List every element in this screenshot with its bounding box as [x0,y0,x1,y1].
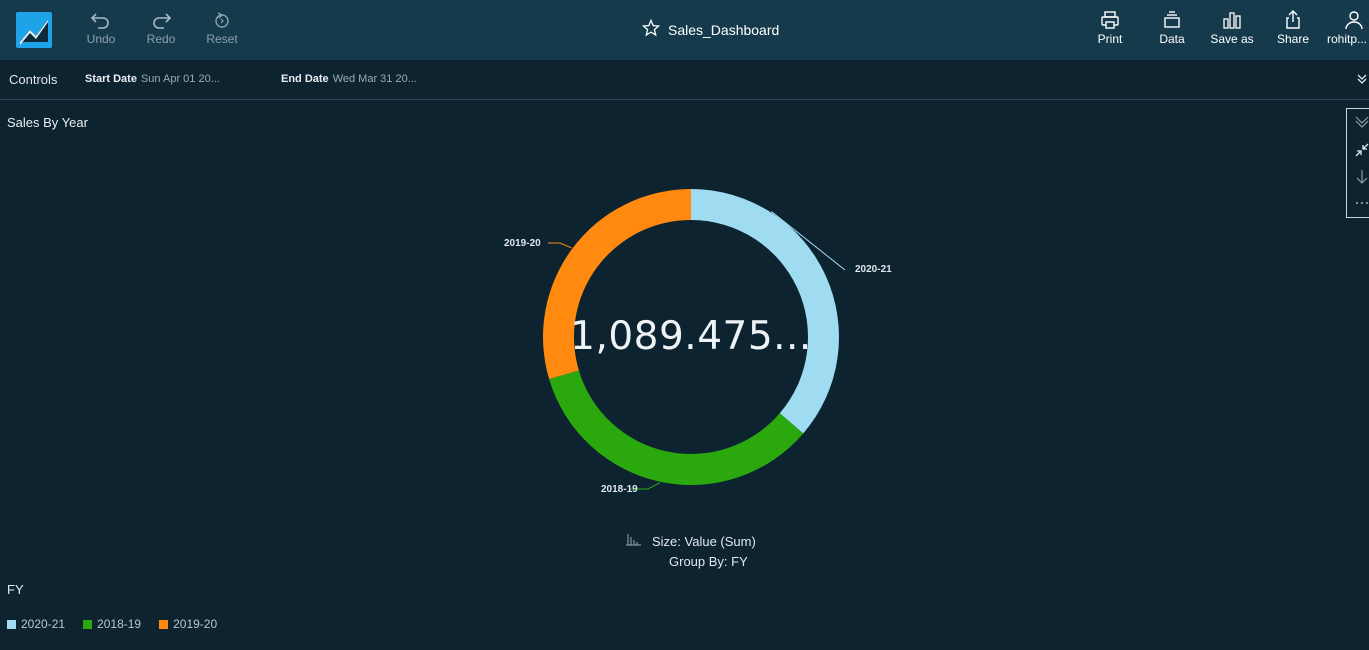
slice-label-2018-19: 2018-19 [601,484,638,495]
start-date-label: Start Date [85,73,137,85]
share-label: Share [1276,32,1310,46]
group-by-text: Group By: FY [669,554,748,569]
share-icon [1274,10,1312,32]
controls-label[interactable]: Controls [9,72,57,87]
reset-button[interactable]: Reset [204,10,240,52]
field-wells-icon [626,534,642,549]
legend-swatch [159,619,169,629]
slice-label-2020-21: 2020-21 [855,264,892,275]
undo-button[interactable]: Undo [84,10,118,52]
top-toolbar: Undo Redo Reset Sales_Dashboard Print Da… [0,0,1369,60]
star-icon[interactable] [641,18,661,42]
slice-label-2019-20: 2019-20 [504,238,541,249]
legend-label: 2019-20 [173,617,218,631]
leader-line-2019-20 [548,242,572,249]
dashboard-title-area: Sales_Dashboard [641,18,780,42]
printer-icon [1094,10,1126,32]
undo-label: Undo [86,32,116,46]
legend-item-2018-19[interactable]: 2018-19 [83,617,141,631]
save-as-button[interactable]: Save as [1210,10,1254,52]
more-options-icon[interactable] [1354,195,1369,211]
donut-slice-2020-21[interactable] [691,189,839,434]
collapse-icon[interactable] [1354,114,1369,130]
visual-title: Sales By Year [7,115,88,130]
start-date-value: Sun Apr 01 20... [140,73,220,85]
start-date-control[interactable]: Start Date Sun Apr 01 20... [85,73,220,85]
legend-title: FY [7,582,24,597]
reset-icon [204,10,240,32]
print-label: Print [1097,32,1123,46]
field-info: Size: Value (Sum) Group By: FY [626,534,756,569]
legend-item-2019-20[interactable]: 2019-20 [159,617,217,631]
redo-icon [144,10,178,32]
data-label: Data [1159,32,1185,46]
save-as-label: Save as [1210,32,1254,46]
end-date-control[interactable]: End Date Wed Mar 31 20... [281,73,417,85]
user-menu-button[interactable]: rohitp... [1327,10,1369,52]
dashboard-title: Sales_Dashboard [668,22,780,38]
minimize-icon[interactable] [1354,142,1369,158]
print-button[interactable]: Print [1094,10,1126,52]
redo-button[interactable]: Redo [144,10,178,52]
user-label: rohitp... [1327,32,1368,46]
legend-swatch [7,619,16,629]
user-icon [1327,10,1369,32]
end-date-label: End Date [281,73,329,85]
download-icon[interactable] [1354,169,1369,185]
data-button[interactable]: Data [1156,10,1188,52]
chevron-down-double-icon[interactable] [1357,72,1367,89]
legend-item-2020-21[interactable]: 2020-21 [7,617,65,631]
visual-toolbar [1346,108,1369,218]
reset-label: Reset [206,32,238,46]
donut-center-total: 1,089.475... [570,314,812,359]
end-date-value: Wed Mar 31 20... [332,73,417,85]
share-button[interactable]: Share [1274,10,1312,52]
legend-label: 2020-21 [21,617,66,631]
donut-slice-2018-19[interactable] [549,370,804,485]
size-field-text: Size: Value (Sum) [652,534,756,549]
bar-chart-icon [1210,10,1254,32]
chart-legend: 2020-21 2018-19 2019-20 [7,617,217,631]
quicksight-logo[interactable] [16,12,52,48]
legend-swatch [83,619,93,629]
data-icon [1156,10,1188,32]
redo-label: Redo [146,32,176,46]
legend-label: 2018-19 [97,617,142,631]
controls-bar: Controls Start Date Sun Apr 01 20... End … [0,60,1369,100]
undo-icon [84,10,118,32]
